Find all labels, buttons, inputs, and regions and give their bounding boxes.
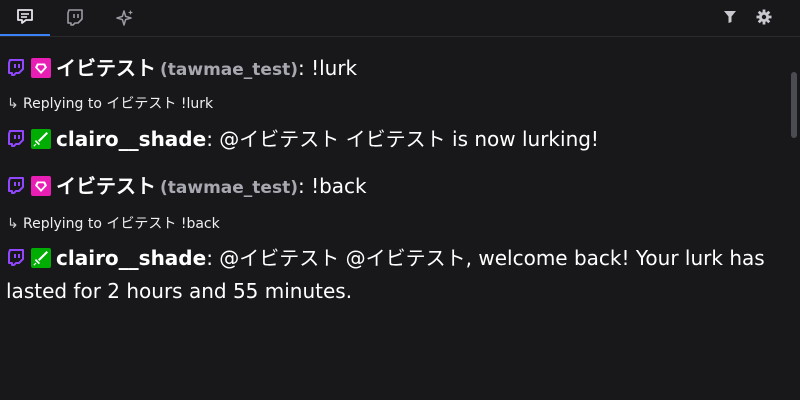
twitch-icon <box>8 177 24 194</box>
diamond-heart-icon <box>35 181 47 192</box>
tab-twitch[interactable] <box>50 0 100 36</box>
tab-ai[interactable] <box>100 0 150 36</box>
sword-icon <box>33 132 48 147</box>
gear-icon <box>756 9 772 25</box>
twitch-icon <box>67 9 83 26</box>
message-text: !lurk <box>304 56 358 80</box>
reply-target: イビテスト !back <box>101 216 220 232</box>
sparkle-icon <box>116 10 133 26</box>
separator: : <box>206 127 213 151</box>
twitch-icon <box>8 249 24 266</box>
subscriber-badge <box>31 58 51 78</box>
reply-arrow-icon: ↳ <box>7 96 19 112</box>
twitch-platform-badge <box>6 58 26 78</box>
chat-message: clairo__shade: @イビテスト @イビテスト, welcome ba… <box>6 242 782 308</box>
chat-scrollbar[interactable] <box>788 38 800 400</box>
reply-arrow-icon: ↳ <box>7 216 19 232</box>
reply-target: イビテスト !lurk <box>101 96 214 112</box>
settings-button[interactable] <box>750 0 778 34</box>
display-name[interactable]: clairo__shade <box>56 246 206 270</box>
reply-indicator[interactable]: ↳ Replying to イビテスト !lurk <box>7 95 213 113</box>
display-name[interactable]: イビテスト <box>56 174 156 198</box>
chat-message: clairo__shade: @イビテスト イビテスト is now lurki… <box>6 123 782 156</box>
chat-message: イビテスト (tawmae_test): !back <box>6 170 782 205</box>
chat-message-list: イビテスト (tawmae_test): !lurk ↳ Replying to イ… <box>0 38 784 400</box>
chat-message: イビテスト (tawmae_test): !lurk <box>6 52 782 87</box>
message-text: @イビテスト イビテスト is now lurking! <box>212 127 599 151</box>
filter-button[interactable] <box>716 0 744 34</box>
chat-app: イビテスト (tawmae_test): !lurk ↳ Replying to イ… <box>0 0 800 400</box>
reply-prefix: Replying to <box>23 96 102 112</box>
reply-prefix: Replying to <box>23 216 102 232</box>
twitch-platform-badge <box>6 248 26 268</box>
separator: : <box>297 56 305 80</box>
moderator-badge <box>31 129 51 149</box>
twitch-icon <box>8 59 24 76</box>
filter-icon <box>724 11 736 23</box>
top-toolbar <box>0 0 800 37</box>
chat-bubble-icon <box>17 9 33 24</box>
twitch-icon <box>8 130 24 147</box>
login-name: (tawmae_test) <box>160 178 298 198</box>
separator: : <box>297 174 305 198</box>
login-name: (tawmae_test) <box>160 60 298 80</box>
separator: : <box>206 246 213 270</box>
twitch-platform-badge <box>6 129 26 149</box>
message-text: !back <box>304 174 367 198</box>
moderator-badge <box>31 248 51 268</box>
diamond-heart-icon <box>35 63 47 74</box>
display-name[interactable]: clairo__shade <box>56 127 206 151</box>
scrollbar-thumb[interactable] <box>791 72 797 138</box>
subscriber-badge <box>31 176 51 196</box>
tab-chat[interactable] <box>0 0 50 36</box>
twitch-platform-badge <box>6 176 26 196</box>
display-name[interactable]: イビテスト <box>56 56 156 80</box>
reply-indicator[interactable]: ↳ Replying to イビテスト !back <box>7 215 220 233</box>
sword-icon <box>33 251 48 266</box>
